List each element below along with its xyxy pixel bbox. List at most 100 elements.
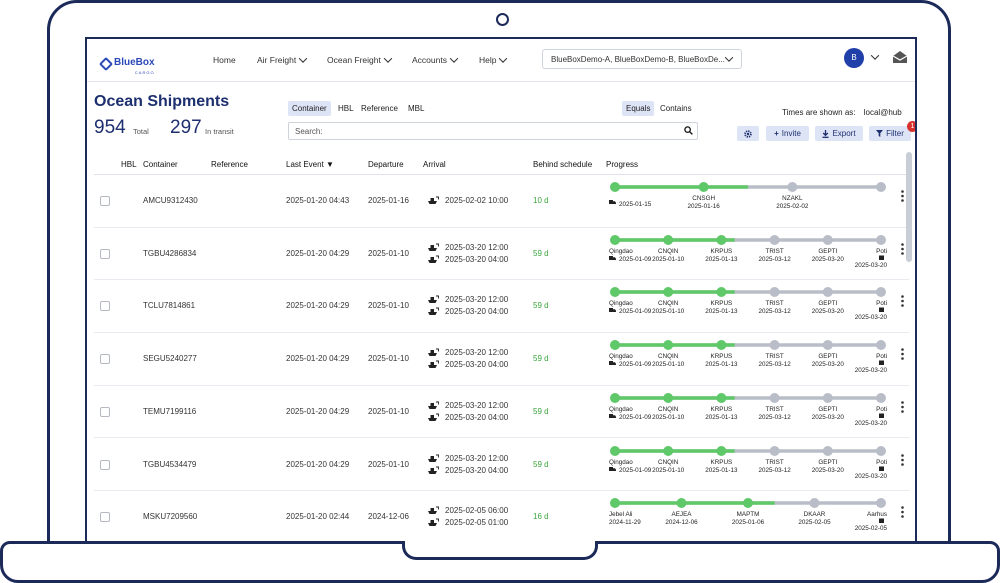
search-type-tab-reference[interactable]: Reference [357,101,402,116]
tenant-selector-value: BlueBoxDemo-A, BlueBoxDemo-B, BlueBoxDe.… [551,55,725,64]
progress-stop-date: 2025-03-20 [855,473,888,480]
row-actions-icon[interactable] [901,348,905,360]
shipment-progress-tracker[interactable]: 2025-01-15 CNSGH2025-01-16 NZAKL2025-02-02 [609,180,889,220]
table-row[interactable]: SEGU5240277 2025-01-20 04:29 2025-01-10 202… [94,332,909,386]
nav-item-accounts[interactable]: Accounts [412,54,459,65]
progress-stop-code: Poti [876,353,887,360]
column-header-reference[interactable]: Reference [211,160,248,169]
table-row[interactable]: TGBU4534479 2025-01-20 04:29 2025-01-10 202… [94,438,909,492]
nav-item-help[interactable]: Help [479,54,508,65]
behind-schedule-days: 59 d [533,248,549,258]
shipment-progress-tracker[interactable]: Qingdao2025-01-09CNQIN2025-01-10KRPUS202… [609,391,889,431]
filter-icon [876,130,884,137]
shipment-progress-tracker[interactable]: Qingdao2025-01-09CNQIN2025-01-10KRPUS202… [609,285,889,325]
chevron-down-icon [449,54,459,63]
row-actions-icon[interactable] [901,453,905,466]
progress-stop-date: 2025-03-12 [758,467,791,474]
progress-stop-marker [663,392,674,403]
container-number: AMCU9312430 [143,196,198,205]
progress-stop-marker [769,287,780,298]
match-mode-tab-contains[interactable]: Contains [656,101,696,116]
last-event-time: 2025-01-20 04:29 [286,459,350,469]
row-checkbox[interactable] [100,248,110,259]
row-checkbox[interactable] [100,354,110,365]
column-header-hbl[interactable]: HBL [121,160,137,169]
table-scrollbar[interactable] [906,152,912,262]
settings-button[interactable] [737,126,759,141]
page-title: Ocean Shipments [94,93,230,110]
inbox-icon[interactable] [892,50,908,64]
behind-schedule-days: 10 d [533,196,549,205]
export-button[interactable]: Export [815,126,863,141]
progress-stop-date: 2025-03-20 [812,256,845,263]
table-row[interactable]: TGBU4286834 2025-01-20 04:29 2025-01-10 202… [94,227,909,281]
logo-icon [98,56,114,71]
row-actions-icon[interactable] [901,295,905,308]
progress-stop-date: 2025-02-05 [798,519,831,526]
arrival-time: 2025-03-20 12:00 [445,348,509,358]
progress-stop-marker [743,498,753,509]
row-checkbox[interactable] [100,196,110,206]
progress-stop-date: 2025-01-06 [732,519,765,526]
table-row[interactable]: TEMU7199116 2025-01-20 04:29 2025-01-10 202… [94,385,909,439]
row-checkbox[interactable] [100,512,110,523]
row-actions-icon[interactable] [901,400,905,413]
user-avatar[interactable]: B [844,48,864,68]
nav-item-home[interactable]: Home [213,55,236,65]
search-icon[interactable] [684,126,693,135]
progress-stop-marker [876,182,886,192]
progress-stop-code: TRIST [765,406,783,413]
column-header-departure[interactable]: Departure [368,160,404,169]
shipment-progress-tracker[interactable]: Qingdao2025-01-09CNQIN2025-01-10KRPUS202… [609,444,889,484]
column-header-progress[interactable]: Progress [606,160,638,169]
package-icon [879,255,884,260]
search-type-tab-hbl[interactable]: HBL [334,101,358,116]
filter-button[interactable]: Filter [869,126,911,141]
row-checkbox[interactable] [100,459,110,470]
progress-stop-marker [769,392,780,403]
column-header-last-event[interactable]: Last Event ▼ [286,160,334,169]
column-header-behind-schedule[interactable]: Behind schedule [533,160,592,169]
row-checkbox[interactable] [100,406,110,417]
search-input[interactable]: Search: [288,122,698,140]
progress-stop-code: KRPUS [711,406,733,413]
row-checkbox[interactable] [100,301,110,312]
invite-button[interactable]: + Invite [766,126,809,141]
shipment-progress-tracker[interactable]: Jebel Ali2024-11-29AEJEA2024-12-06MAPTM2… [609,496,889,536]
row-actions-icon[interactable] [901,242,905,255]
progress-stop-date: 2025-03-20 [855,314,888,321]
brand-logo[interactable]: BlueBox CARGO [98,52,155,75]
progress-stop-code: KRPUS [711,353,733,360]
progress-stop-date: 2025-01-13 [705,308,738,315]
row-actions-icon[interactable] [901,506,905,518]
progress-stop-date: 2025-03-20 [855,420,888,427]
row-actions-icon[interactable] [901,190,905,202]
progress-stop-marker [663,287,674,298]
nav-item-label: Ocean Freight [327,55,381,65]
progress-stop-marker [822,287,833,298]
match-mode-tab-equals[interactable]: Equals [622,101,655,116]
search-type-tab-mbl[interactable]: MBL [404,101,428,116]
ship-arrival-icon [428,454,439,462]
nav-item-air-freight[interactable]: Air Freight [257,54,308,65]
package-icon [879,466,884,471]
search-type-tab-container[interactable]: Container [288,101,331,116]
arrival-estimate: 2025-03-20 04:00 [445,465,509,475]
table-row[interactable]: AMCU9312430 2025-01-20 04:43 2025-01-16 202… [94,174,909,228]
progress-stop-code: Poti [876,406,887,413]
last-event-time: 2025-01-20 02:44 [286,512,350,522]
progress-stop-date: 2025-03-20 [812,467,845,474]
tenant-selector[interactable]: BlueBoxDemo-A, BlueBoxDemo-B, BlueBoxDe.… [542,49,742,69]
chevron-down-icon [499,54,508,63]
table-row[interactable]: TCLU7814861 2025-01-20 04:29 2025-01-10 202… [94,279,909,334]
filter-count-badge: 1 [907,121,915,132]
progress-stop-date: 2025-01-09 [619,308,652,315]
shipment-progress-tracker[interactable]: Qingdao2025-01-09CNQIN2025-01-10KRPUS202… [609,338,889,378]
user-menu-chevron-icon[interactable] [870,51,880,60]
column-header-arrival[interactable]: Arrival [423,160,446,169]
app-screen: BlueBox CARGO Home Air Freight Ocean Freig… [85,37,917,557]
column-header-container[interactable]: Container [143,160,178,169]
table-row[interactable]: MSKU7209560 2025-01-20 02:44 2024-12-06 202… [94,490,909,544]
shipment-progress-tracker[interactable]: Qingdao2025-01-09CNQIN2025-01-10KRPUS202… [609,233,889,273]
nav-item-ocean-freight[interactable]: Ocean Freight [327,54,393,65]
